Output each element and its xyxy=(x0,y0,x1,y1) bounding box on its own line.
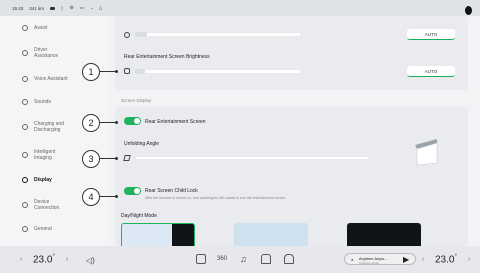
sidebar-item-label: Voice Assistant xyxy=(34,76,68,82)
rear-screen-illustration xyxy=(415,139,438,166)
sidebar-item-sounds[interactable]: Sounds xyxy=(22,99,104,105)
bluetooth-icon: ᛒ xyxy=(61,5,64,11)
rear-brightness-slider[interactable] xyxy=(135,69,301,74)
battery-icon xyxy=(50,6,56,10)
unfolding-angle-slider[interactable] xyxy=(135,156,370,160)
profile-avatar[interactable] xyxy=(465,6,472,15)
sidebar-item-assist[interactable]: Assist xyxy=(22,25,104,31)
media-source-icon: ● xyxy=(351,257,354,262)
callout-marker-4: 4 xyxy=(82,188,100,206)
screen-brightness-slider[interactable] xyxy=(135,32,301,37)
grid-icon[interactable] xyxy=(196,254,206,264)
music-icon[interactable]: ♫ xyxy=(240,254,250,264)
charging-icon xyxy=(22,124,28,130)
bottom-dock: ‹ 23.0° › ◁) 360 ♫ ● Anytime Anyw... Unk… xyxy=(0,246,480,273)
wifi-icon: ◔ xyxy=(90,5,93,11)
right-temperature[interactable]: 23.0° xyxy=(435,254,457,265)
right-temp-down-icon[interactable]: ‹ xyxy=(422,256,424,263)
clock: 15:43 xyxy=(12,5,24,11)
left-temp-unit: ° xyxy=(52,254,55,260)
screen-icon xyxy=(124,68,130,74)
sidebar-item-label: Charging and Discharging xyxy=(34,121,65,133)
sidebar-item-label: Device Connection xyxy=(34,199,60,211)
callout-line-4 xyxy=(100,196,117,197)
device-icon xyxy=(22,202,28,208)
360-icon[interactable]: 360 xyxy=(217,254,227,264)
sidebar-item-label: General xyxy=(34,226,52,232)
day-night-option-light[interactable] xyxy=(121,223,195,246)
brightness-auto-button[interactable]: AUTO xyxy=(407,29,455,40)
left-temp-value: 23.0 xyxy=(33,254,53,266)
sidebar-item-label: Assist xyxy=(34,25,48,31)
settings-icon xyxy=(22,226,28,232)
day-night-title: Day/Night Mode xyxy=(121,213,157,219)
sidebar-item-general[interactable]: General xyxy=(22,226,104,232)
left-temp-up-icon[interactable]: › xyxy=(66,256,68,263)
child-lock-toggle[interactable] xyxy=(124,187,141,195)
volume-icon[interactable]: ◁) xyxy=(86,256,95,265)
car-icon[interactable] xyxy=(261,254,271,264)
sidebar-item-driver-assistance[interactable]: Driver Assistance xyxy=(22,47,104,59)
assist-icon xyxy=(22,25,28,31)
play-icon[interactable]: ▶ xyxy=(403,255,409,264)
right-temp-value: 23.0 xyxy=(435,254,455,266)
camera-icon xyxy=(22,152,28,158)
rear-screen-toggle[interactable] xyxy=(124,117,141,125)
left-temp-down-icon[interactable]: ‹ xyxy=(20,256,22,263)
gear-icon: ⚙ xyxy=(69,5,74,10)
unfolding-angle-title: Unfolding Angle xyxy=(124,141,160,147)
day-night-option-mixed[interactable] xyxy=(234,223,308,246)
callout-line-3 xyxy=(100,158,117,159)
screen-display-card: Rear Entertainment Screen Unfolding Angl… xyxy=(115,107,468,246)
child-lock-label: Rear Screen Child Lock xyxy=(145,188,198,194)
media-artist: Unknown Artist xyxy=(359,260,380,265)
callout-line-2 xyxy=(100,122,117,123)
brightness-card: AUTO Rear Entertainment Screen Brightnes… xyxy=(115,16,468,90)
microphone-icon xyxy=(22,76,28,82)
callout-marker-3: 3 xyxy=(82,150,100,168)
brightness-icon xyxy=(124,32,130,38)
screen-display-heading: Screen Display xyxy=(121,98,152,103)
media-player[interactable]: ● Anytime Anyw... Unknown Artist ▶ xyxy=(344,253,416,265)
callout-marker-2: 2 xyxy=(82,114,100,132)
sidebar-item-display[interactable]: Display xyxy=(22,177,104,183)
sidebar-item-label: Intelligent Imaging xyxy=(34,149,56,161)
day-night-option-dark[interactable] xyxy=(347,223,421,246)
range-readout: 341 km xyxy=(29,5,45,11)
callout-marker-1: 1 xyxy=(82,63,100,81)
angle-icon xyxy=(123,155,131,161)
right-temp-unit: ° xyxy=(454,254,457,260)
rear-screen-label: Rear Entertainment Screen xyxy=(145,119,206,125)
status-bar: 15:43 341 km ᛒ ⚙ ▭ ◔ △ xyxy=(0,0,480,16)
signal-icon: ▭ xyxy=(79,5,85,10)
display-settings-panel: AUTO Rear Entertainment Screen Brightnes… xyxy=(107,16,480,246)
sun-icon xyxy=(22,177,28,183)
sidebar-item-label: Display xyxy=(34,177,52,183)
child-lock-description: After the function is turned on, rear pa… xyxy=(145,196,286,200)
home-icon[interactable] xyxy=(284,254,294,264)
rear-brightness-title: Rear Entertainment Screen Brightness xyxy=(124,54,210,60)
speaker-icon xyxy=(22,99,28,105)
left-temperature[interactable]: 23.0° xyxy=(33,254,55,265)
rear-brightness-auto-button[interactable]: AUTO xyxy=(407,66,455,77)
sidebar-item-label: Sounds xyxy=(34,99,51,105)
right-temp-up-icon[interactable]: › xyxy=(468,256,470,263)
bell-icon: △ xyxy=(98,5,103,10)
sidebar-item-label: Driver Assistance xyxy=(34,47,59,59)
steering-icon xyxy=(22,50,28,56)
callout-line-1 xyxy=(100,71,117,72)
